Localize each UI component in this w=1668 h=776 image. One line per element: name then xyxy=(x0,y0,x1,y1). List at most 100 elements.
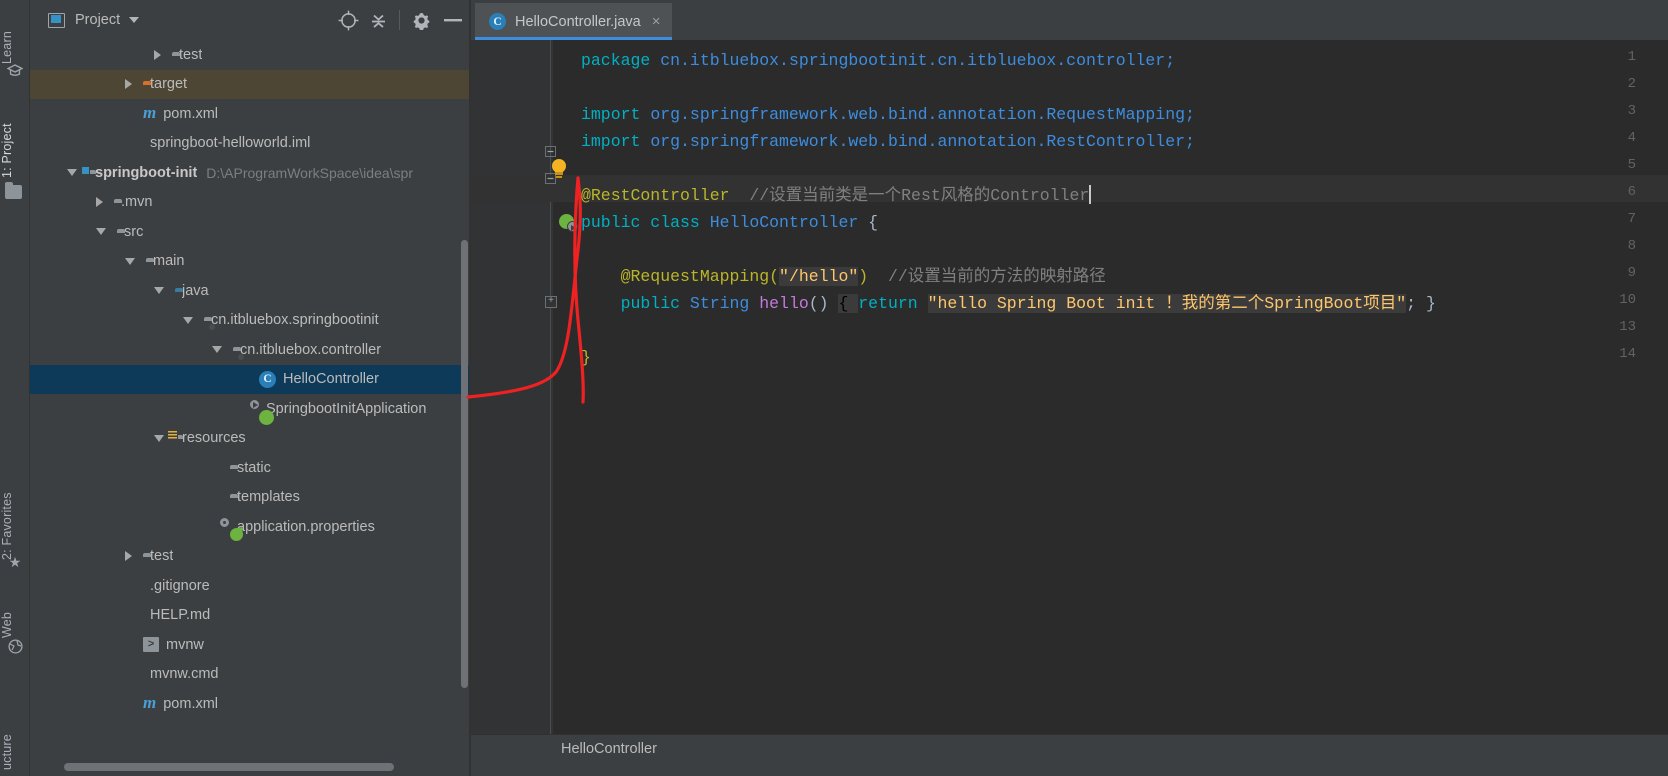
sidebar-item-structure[interactable]: ucture xyxy=(0,700,30,770)
lightbulb-icon[interactable] xyxy=(549,159,569,181)
gear-icon[interactable] xyxy=(406,5,436,35)
left-tool-rail: Learn 1: Project 2: Favorites ★ Web uctu… xyxy=(0,0,30,776)
tree-node-label: templates xyxy=(237,489,300,506)
code-token: //设置当前的方法的映射路径 xyxy=(887,267,1106,286)
close-icon[interactable]: × xyxy=(652,13,661,30)
locate-icon[interactable] xyxy=(333,5,363,35)
tree-node-mvnw-cmd[interactable]: mvnw.cmd xyxy=(30,660,470,690)
tree-node-templates[interactable]: templates xyxy=(30,483,470,513)
code-token: @RestController xyxy=(581,186,730,205)
collapse-arrow-icon[interactable] xyxy=(96,228,106,236)
fold-marker-method[interactable]: + xyxy=(545,296,557,308)
tree-node-src[interactable]: src xyxy=(30,217,470,247)
tree-node-label: HelloController xyxy=(283,371,379,388)
tree-node-main[interactable]: main xyxy=(30,247,470,277)
tree-node-cn-itbluebox-springbootinit[interactable]: cn.itbluebox.springbootinit xyxy=(30,306,470,336)
editor-gutter[interactable] xyxy=(471,40,553,734)
expand-arrow-icon[interactable] xyxy=(125,79,132,90)
code-token: package xyxy=(581,51,661,70)
hide-panel-icon[interactable] xyxy=(436,5,470,35)
spring-run-gutter-icon[interactable] xyxy=(559,213,578,232)
tree-node-gitignore[interactable]: .gitignore xyxy=(30,571,470,601)
code-line[interactable]: import org.springframework.web.bind.anno… xyxy=(581,101,1195,128)
project-tree-horizontal-scrollbar[interactable] xyxy=(64,763,394,771)
code-token: public class xyxy=(581,213,710,232)
code-text[interactable]: package cn.itbluebox.springbootinit.cn.i… xyxy=(581,40,1668,734)
project-view-icon xyxy=(48,12,65,28)
idea-window: Learn 1: Project 2: Favorites ★ Web uctu… xyxy=(0,0,1668,776)
code-token: cn.itbluebox.springbootinit.cn.itbluebox… xyxy=(660,51,1176,70)
tree-node-label: SpringbootInitApplication xyxy=(266,400,427,417)
tree-node-label: target xyxy=(150,76,188,93)
code-token: { xyxy=(858,213,879,232)
tab-label: HelloController.java xyxy=(515,13,641,30)
code-line[interactable]: public class HelloController { xyxy=(581,209,878,236)
tree-node-label: application.properties xyxy=(237,518,375,535)
expand-arrow-icon[interactable] xyxy=(96,197,103,208)
code-line[interactable]: package cn.itbluebox.springbootinit.cn.i… xyxy=(581,47,1175,74)
tree-node-mvnw[interactable]: > mvnw xyxy=(30,630,470,660)
tree-node-label: springboot-init xyxy=(95,164,198,181)
code-line[interactable]: } xyxy=(581,344,591,371)
tree-node-label: HELP.md xyxy=(150,607,211,624)
text-caret xyxy=(1089,185,1091,204)
tree-node-label: .gitignore xyxy=(150,577,210,594)
tree-node-hellocontroller[interactable]: C HelloController xyxy=(30,364,470,394)
tree-node-springboot-helloworld-iml[interactable]: springboot-helloworld.iml xyxy=(30,129,470,159)
project-tree[interactable]: test target m pom.xml springboot-helloworld.… xyxy=(30,40,470,724)
tree-node-label: pom.xml xyxy=(163,105,219,122)
code-token: import xyxy=(581,105,651,124)
rail-item-learn[interactable]: Learn xyxy=(0,4,30,64)
panel-title: Project xyxy=(75,12,121,28)
code-token: //设置当前类是一个Rest风格的Controller xyxy=(749,186,1090,205)
tree-node-test[interactable]: test xyxy=(30,542,470,572)
tab-hellocontroller-java[interactable]: C HelloController.java × xyxy=(475,3,672,40)
tree-node-label: cn.itbluebox.controller xyxy=(240,341,382,358)
tree-node-springbootinitapplication[interactable]: SpringbootInitApplication xyxy=(30,394,470,425)
collapse-arrow-icon[interactable] xyxy=(154,287,164,295)
sidebar-item-web[interactable]: Web xyxy=(0,592,30,638)
tree-node-java[interactable]: java xyxy=(30,276,470,306)
collapse-arrow-icon[interactable] xyxy=(183,316,193,324)
tree-node-static[interactable]: static xyxy=(30,453,470,483)
code-editor[interactable]: 1 2 3 4 5 6 7 8 9 10 13 14 + package cn.itbluebox.s… xyxy=(471,40,1668,734)
code-line[interactable]: import org.springframework.web.bind.anno… xyxy=(581,128,1195,155)
tree-node-label: main xyxy=(153,253,185,270)
breadcrumb[interactable]: HelloController xyxy=(561,741,657,757)
tree-node-application-properties[interactable]: application.properties xyxy=(30,512,470,542)
chevron-down-icon[interactable] xyxy=(129,17,140,23)
fold-marker-import-1[interactable] xyxy=(544,145,557,158)
tree-node-pom-xml[interactable]: m pom.xml xyxy=(30,689,470,719)
sidebar-item-favorites[interactable]: 2: Favorites xyxy=(0,448,30,560)
collapse-arrow-icon[interactable] xyxy=(67,169,77,177)
tree-node-label: java xyxy=(182,282,209,299)
expand-arrow-icon[interactable] xyxy=(125,551,132,562)
tree-node-target[interactable]: target xyxy=(30,69,470,99)
sidebar-item-project[interactable]: 1: Project xyxy=(0,92,30,178)
toolbar-separator xyxy=(399,10,400,30)
tree-node-pom-xml[interactable]: m pom.xml xyxy=(30,99,470,129)
tree-node-label: springboot-helloworld.iml xyxy=(150,135,311,152)
collapse-all-icon[interactable] xyxy=(363,5,393,35)
tree-node-label: src xyxy=(124,223,144,240)
tree-node-resources[interactable]: resources xyxy=(30,424,470,454)
tree-node-mvn[interactable]: .mvn xyxy=(30,188,470,218)
code-token: () xyxy=(808,294,839,313)
code-token: "hello Spring Boot init ！我的第二个SpringBoot… xyxy=(927,294,1407,313)
tree-node-help-md[interactable]: HELP.md xyxy=(30,601,470,631)
project-tree-vertical-scrollbar[interactable] xyxy=(461,240,468,688)
tree-node-test[interactable]: test xyxy=(30,40,470,70)
tree-node-cn-itbluebox-controller[interactable]: cn.itbluebox.controller xyxy=(30,335,470,365)
java-class-icon: C xyxy=(259,370,276,388)
expand-arrow-icon[interactable] xyxy=(154,49,161,60)
collapse-arrow-icon[interactable] xyxy=(125,257,135,265)
code-line[interactable]: @RequestMapping("/hello") //设置当前的方法的映射路径 xyxy=(581,263,1106,290)
globe-icon xyxy=(6,637,24,655)
code-token: hello xyxy=(759,294,809,313)
tree-node-springboot-init[interactable]: springboot-init D:\AProgramWorkSpace\idea… xyxy=(30,158,470,188)
collapse-arrow-icon[interactable] xyxy=(154,434,164,442)
code-line[interactable]: public String hello() { return "hello Sp… xyxy=(581,290,1436,317)
collapse-arrow-icon[interactable] xyxy=(212,346,222,354)
code-line[interactable]: @RestController //设置当前类是一个Rest风格的Control… xyxy=(581,182,1091,209)
